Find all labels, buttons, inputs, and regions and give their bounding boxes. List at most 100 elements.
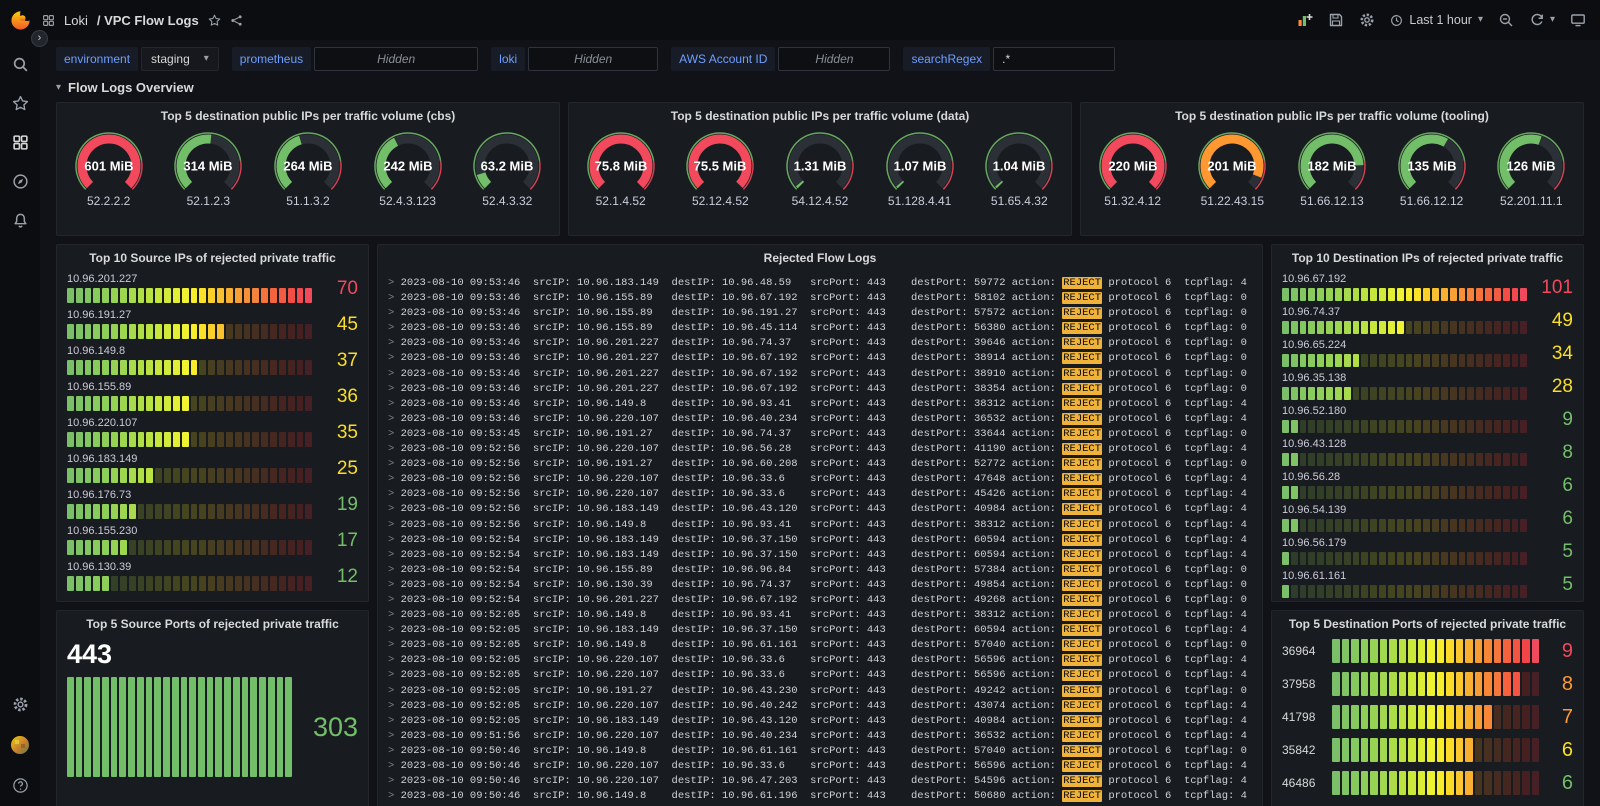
log-line[interactable]: > 2023-08-10 09:52:56 srcIP: 10.96.220.1… xyxy=(388,442,1256,457)
log-expand-chevron-icon[interactable]: > xyxy=(388,383,401,395)
log-expand-chevron-icon[interactable]: > xyxy=(388,307,401,319)
log-expand-chevron-icon[interactable]: > xyxy=(388,760,401,772)
star-icon[interactable] xyxy=(208,14,221,27)
variable-input[interactable]: Hidden xyxy=(528,47,658,71)
time-range-picker[interactable]: Last 1 hour ▾ xyxy=(1390,13,1483,27)
log-expand-chevron-icon[interactable]: > xyxy=(388,549,401,561)
log-expand-chevron-icon[interactable]: > xyxy=(388,277,401,289)
share-icon[interactable] xyxy=(230,14,243,27)
log-expand-chevron-icon[interactable]: > xyxy=(388,503,401,515)
log-expand-chevron-icon[interactable]: > xyxy=(388,790,401,802)
log-line[interactable]: > 2023-08-10 09:52:54 srcIP: 10.96.201.2… xyxy=(388,593,1256,608)
refresh-interval-chevron-icon[interactable]: ▾ xyxy=(1550,15,1555,25)
log-expand-chevron-icon[interactable]: > xyxy=(388,669,401,681)
refresh-icon[interactable] xyxy=(1529,12,1545,28)
variable-input[interactable]: .* xyxy=(993,47,1115,71)
log-line[interactable]: > 2023-08-10 09:53:46 srcIP: 10.96.201.2… xyxy=(388,351,1256,366)
panel-title[interactable]: Top 10 Source IPs of rejected private tr… xyxy=(57,245,368,271)
panel-title[interactable]: Rejected Flow Logs xyxy=(378,245,1262,271)
log-line[interactable]: > 2023-08-10 09:53:46 srcIP: 10.96.201.2… xyxy=(388,382,1256,397)
log-expand-chevron-icon[interactable]: > xyxy=(388,579,401,591)
log-expand-chevron-icon[interactable]: > xyxy=(388,322,401,334)
log-line[interactable]: > 2023-08-10 09:51:56 srcIP: 10.96.220.1… xyxy=(388,729,1256,744)
log-line[interactable]: > 2023-08-10 09:52:54 srcIP: 10.96.183.1… xyxy=(388,548,1256,563)
log-line[interactable]: > 2023-08-10 09:50:46 srcIP: 10.96.149.8… xyxy=(388,744,1256,759)
log-expand-chevron-icon[interactable]: > xyxy=(388,352,401,364)
log-line[interactable]: > 2023-08-10 09:50:46 srcIP: 10.96.220.1… xyxy=(388,759,1256,774)
log-expand-chevron-icon[interactable]: > xyxy=(388,337,401,349)
log-expand-chevron-icon[interactable]: > xyxy=(388,715,401,727)
log-line[interactable]: > 2023-08-10 09:53:46 srcIP: 10.96.155.8… xyxy=(388,306,1256,321)
add-panel-icon[interactable] xyxy=(1297,12,1313,28)
tv-mode-icon[interactable] xyxy=(1570,12,1586,28)
log-expand-chevron-icon[interactable]: > xyxy=(388,730,401,742)
log-line[interactable]: > 2023-08-10 09:50:46 srcIP: 10.96.149.8… xyxy=(388,789,1256,804)
log-expand-chevron-icon[interactable]: > xyxy=(388,398,401,410)
section-flow-logs-overview[interactable]: ▾ Flow Logs Overview xyxy=(56,77,1584,102)
log-line[interactable]: > 2023-08-10 09:53:46 srcIP: 10.96.201.2… xyxy=(388,367,1256,382)
dashboards-icon[interactable] xyxy=(12,134,29,151)
log-line[interactable]: > 2023-08-10 09:53:46 srcIP: 10.96.155.8… xyxy=(388,291,1256,306)
log-expand-chevron-icon[interactable]: > xyxy=(388,594,401,606)
log-line[interactable]: > 2023-08-10 09:52:54 srcIP: 10.96.155.8… xyxy=(388,563,1256,578)
log-expand-chevron-icon[interactable]: > xyxy=(388,609,401,621)
alerting-bell-icon[interactable] xyxy=(12,212,29,229)
save-dashboard-icon[interactable] xyxy=(1328,12,1344,28)
help-icon[interactable] xyxy=(12,777,29,794)
log-expand-chevron-icon[interactable]: > xyxy=(388,458,401,470)
breadcrumb-app[interactable]: Loki xyxy=(64,13,88,28)
log-expand-chevron-icon[interactable]: > xyxy=(388,685,401,697)
log-line[interactable]: > 2023-08-10 09:52:54 srcIP: 10.96.130.3… xyxy=(388,578,1256,593)
panel-title[interactable]: Top 5 destination public IPs per traffic… xyxy=(569,103,1071,129)
log-line[interactable]: > 2023-08-10 09:53:46 srcIP: 10.96.201.2… xyxy=(388,336,1256,351)
panel-title[interactable]: Top 5 Destination Ports of rejected priv… xyxy=(1272,611,1583,637)
log-line[interactable]: > 2023-08-10 09:52:05 srcIP: 10.96.191.2… xyxy=(388,684,1256,699)
log-expand-chevron-icon[interactable]: > xyxy=(388,775,401,787)
log-expand-chevron-icon[interactable]: > xyxy=(388,654,401,666)
log-expand-chevron-icon[interactable]: > xyxy=(388,292,401,304)
log-line[interactable]: > 2023-08-10 09:52:54 srcIP: 10.96.183.1… xyxy=(388,533,1256,548)
log-line[interactable]: > 2023-08-10 09:52:56 srcIP: 10.96.220.1… xyxy=(388,487,1256,502)
log-line[interactable]: > 2023-08-10 09:52:56 srcIP: 10.96.149.8… xyxy=(388,518,1256,533)
log-line[interactable]: > 2023-08-10 09:52:05 srcIP: 10.96.183.1… xyxy=(388,714,1256,729)
variable-input[interactable]: Hidden xyxy=(778,47,890,71)
log-expand-chevron-icon[interactable]: > xyxy=(388,473,401,485)
variable-input[interactable]: Hidden xyxy=(314,47,478,71)
panel-title[interactable]: Top 5 destination public IPs per traffic… xyxy=(57,103,559,129)
log-expand-chevron-icon[interactable]: > xyxy=(388,639,401,651)
log-expand-chevron-icon[interactable]: > xyxy=(388,428,401,440)
panel-title[interactable]: Top 10 Destination IPs of rejected priva… xyxy=(1272,245,1583,271)
log-line[interactable]: > 2023-08-10 09:50:46 srcIP: 10.96.220.1… xyxy=(388,774,1256,789)
gear-icon[interactable] xyxy=(12,696,29,713)
log-line[interactable]: > 2023-08-10 09:52:05 srcIP: 10.96.220.1… xyxy=(388,668,1256,683)
sidebar-expand-button[interactable]: › xyxy=(31,30,48,47)
log-line[interactable]: > 2023-08-10 09:53:45 srcIP: 10.96.191.2… xyxy=(388,427,1256,442)
log-line[interactable]: > 2023-08-10 09:53:46 srcIP: 10.96.149.8… xyxy=(388,397,1256,412)
starred-dashboards-icon[interactable] xyxy=(12,95,29,112)
log-line[interactable]: > 2023-08-10 09:53:46 srcIP: 10.96.220.1… xyxy=(388,412,1256,427)
log-line[interactable]: > 2023-08-10 09:53:46 srcIP: 10.96.155.8… xyxy=(388,321,1256,336)
explore-icon[interactable] xyxy=(12,173,29,190)
log-line[interactable]: > 2023-08-10 09:52:05 srcIP: 10.96.220.1… xyxy=(388,653,1256,668)
log-line[interactable]: > 2023-08-10 09:52:05 srcIP: 10.96.183.1… xyxy=(388,623,1256,638)
log-line[interactable]: > 2023-08-10 09:52:56 srcIP: 10.96.183.1… xyxy=(388,502,1256,517)
grafana-logo-icon[interactable] xyxy=(10,10,31,31)
panel-title[interactable]: Top 5 Source Ports of rejected private t… xyxy=(57,611,368,637)
panel-title[interactable]: Top 5 destination public IPs per traffic… xyxy=(1081,103,1583,129)
log-expand-chevron-icon[interactable]: > xyxy=(388,519,401,531)
avatar[interactable] xyxy=(10,735,30,755)
dashboard-settings-icon[interactable] xyxy=(1359,12,1375,28)
log-expand-chevron-icon[interactable]: > xyxy=(388,745,401,757)
log-expand-chevron-icon[interactable]: > xyxy=(388,368,401,380)
log-expand-chevron-icon[interactable]: > xyxy=(388,700,401,712)
log-expand-chevron-icon[interactable]: > xyxy=(388,413,401,425)
log-expand-chevron-icon[interactable]: > xyxy=(388,624,401,636)
log-line[interactable]: > 2023-08-10 09:52:05 srcIP: 10.96.149.8… xyxy=(388,608,1256,623)
log-line[interactable]: > 2023-08-10 09:52:05 srcIP: 10.96.149.8… xyxy=(388,638,1256,653)
log-expand-chevron-icon[interactable]: > xyxy=(388,564,401,576)
log-expand-chevron-icon[interactable]: > xyxy=(388,488,401,500)
zoom-out-icon[interactable] xyxy=(1498,12,1514,28)
log-expand-chevron-icon[interactable]: > xyxy=(388,534,401,546)
log-expand-chevron-icon[interactable]: > xyxy=(388,443,401,455)
log-line[interactable]: > 2023-08-10 09:53:46 srcIP: 10.96.183.1… xyxy=(388,276,1256,291)
